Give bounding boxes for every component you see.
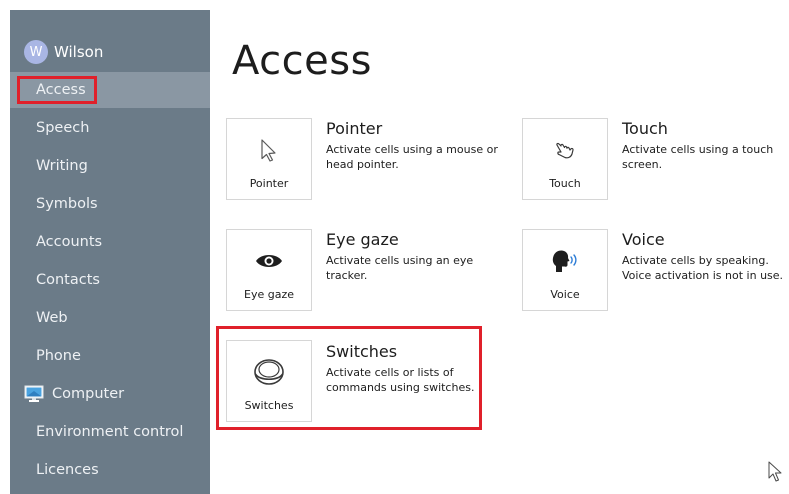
option-title: Eye gaze — [326, 230, 399, 249]
tile-label: Pointer — [249, 177, 289, 190]
sidebar-item-label: Contacts — [36, 272, 100, 288]
eye-icon — [227, 244, 311, 278]
user-profile[interactable]: W Wilson — [24, 38, 103, 66]
touch-tile[interactable]: Touch — [522, 118, 608, 200]
sidebar-item-label: Speech — [36, 120, 90, 136]
sidebar-item-licences[interactable]: Licences — [10, 452, 210, 488]
sidebar-item-computer[interactable]: Computer — [10, 376, 210, 412]
sidebar-item-environment-control[interactable]: Environment control — [10, 414, 210, 450]
sidebar-item-label: Environment control — [36, 424, 184, 440]
app-window: W Wilson Access Speech Writing Symbols A… — [0, 0, 789, 494]
page-title: Access — [232, 38, 372, 84]
sidebar-item-contacts[interactable]: Contacts — [10, 262, 210, 298]
sidebar: W Wilson Access Speech Writing Symbols A… — [10, 10, 210, 494]
option-title: Pointer — [326, 119, 383, 138]
voice-tile[interactable]: Voice — [522, 229, 608, 311]
sidebar-item-label: Computer — [52, 386, 125, 402]
sidebar-item-label: Accounts — [36, 234, 103, 250]
tile-label: Voice — [550, 288, 580, 301]
sidebar-item-label: Licences — [36, 462, 99, 478]
sidebar-item-label: Phone — [36, 348, 81, 364]
sidebar-item-label: Symbols — [36, 196, 98, 212]
sidebar-item-writing[interactable]: Writing — [10, 148, 210, 184]
option-description: Activate cells using a mouse or head poi… — [326, 143, 498, 171]
option-description: Activate cells using an eye tracker. — [326, 254, 474, 282]
pointer-arrow-icon — [227, 133, 311, 167]
voice-head-icon — [523, 244, 607, 278]
pointer-tile[interactable]: Pointer — [226, 118, 312, 200]
sidebar-item-label: Web — [36, 310, 68, 326]
sidebar-item-phone[interactable]: Phone — [10, 338, 210, 374]
sidebar-item-label: Writing — [36, 158, 88, 174]
sidebar-item-accounts[interactable]: Accounts — [10, 224, 210, 260]
sidebar-item-web[interactable]: Web — [10, 300, 210, 336]
monitor-icon — [24, 385, 44, 403]
tile-label: Touch — [549, 177, 581, 190]
option-description: Activate cells using a touch screen. — [622, 143, 774, 171]
sidebar-item-speech[interactable]: Speech — [10, 110, 210, 146]
option-description: Activate cells by speaking. Voice activa… — [622, 254, 784, 282]
avatar: W — [24, 40, 48, 64]
option-title: Voice — [622, 230, 665, 249]
switches-highlight — [216, 326, 482, 430]
mouse-cursor-icon — [768, 461, 782, 487]
sidebar-item-symbols[interactable]: Symbols — [10, 186, 210, 222]
touch-hand-icon — [523, 133, 607, 167]
option-title: Touch — [622, 119, 668, 138]
eye-gaze-tile[interactable]: Eye gaze — [226, 229, 312, 311]
tile-label: Eye gaze — [244, 288, 294, 301]
active-item-highlight — [17, 76, 97, 104]
user-name: Wilson — [54, 43, 104, 61]
